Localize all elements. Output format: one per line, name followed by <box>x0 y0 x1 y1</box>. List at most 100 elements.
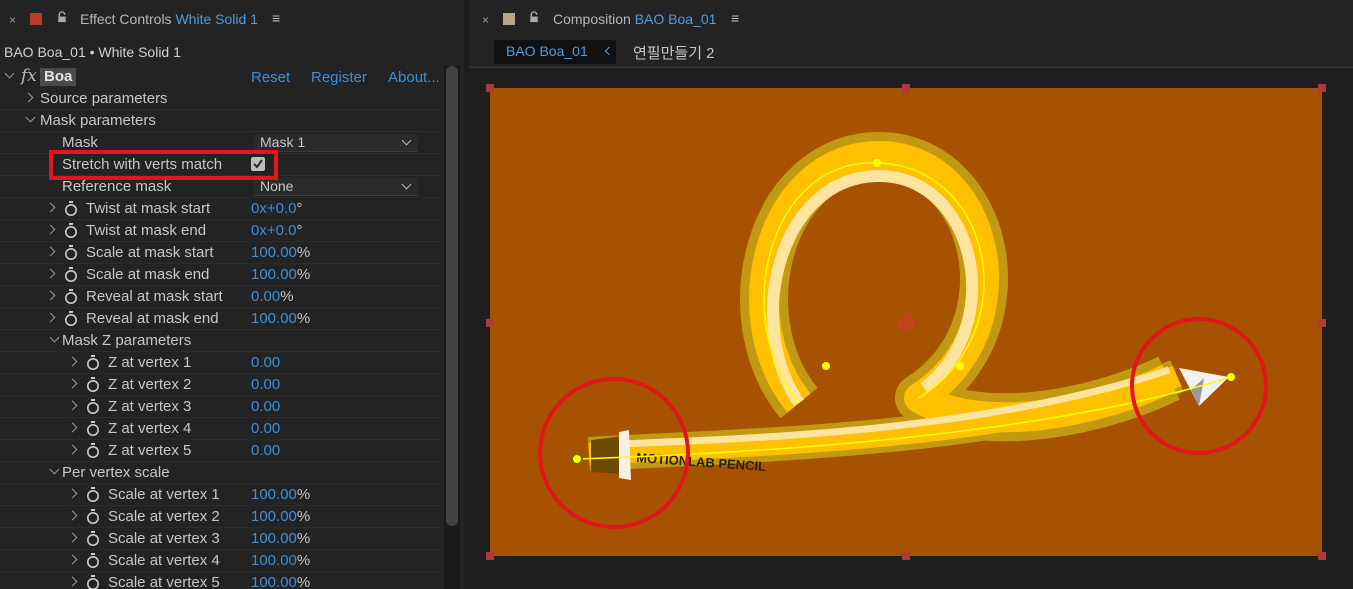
param-label: Scale at vertex 5 <box>108 574 220 589</box>
close-tab-icon[interactable]: × <box>482 13 489 27</box>
lock-icon[interactable] <box>57 11 67 23</box>
expand-twisty-icon[interactable] <box>67 554 78 565</box>
scrollbar-thumb[interactable] <box>446 66 458 526</box>
param-label: Scale at mask start <box>86 244 214 261</box>
effect-header-row[interactable]: fx Boa Reset Register About... <box>0 66 441 88</box>
scale-vertex-value[interactable]: 100.00% <box>251 508 310 525</box>
reveal-end-value[interactable]: 100.00% <box>251 310 310 327</box>
about-link[interactable]: About... <box>388 69 440 86</box>
scale-start-value[interactable]: 100.00% <box>251 244 310 261</box>
reveal-start-value[interactable]: 0.00% <box>251 288 294 305</box>
twist-start-value[interactable]: 0x+0.0° <box>251 200 302 217</box>
stopwatch-icon[interactable] <box>64 311 78 326</box>
stopwatch-icon[interactable] <box>86 531 100 546</box>
param-label: Scale at mask end <box>86 266 210 283</box>
z-vertex-value[interactable]: 0.00 <box>251 398 280 415</box>
stopwatch-icon[interactable] <box>86 421 100 436</box>
group-label: Source parameters <box>40 90 168 107</box>
stopwatch-icon[interactable] <box>86 443 100 458</box>
scale-vertex-value[interactable]: 100.00% <box>251 486 310 503</box>
mask-dropdown[interactable]: Mask 1 <box>254 134 418 152</box>
stopwatch-icon[interactable] <box>64 245 78 260</box>
expand-twisty-icon[interactable] <box>67 576 78 587</box>
group-per-vertex-scale[interactable]: Per vertex scale <box>0 462 441 484</box>
stopwatch-icon[interactable] <box>64 289 78 304</box>
collapse-twisty-icon[interactable] <box>4 68 15 79</box>
lock-icon[interactable] <box>529 11 539 23</box>
register-link[interactable]: Register <box>311 69 367 86</box>
expand-twisty-icon[interactable] <box>45 202 56 213</box>
expand-twisty-icon[interactable] <box>45 246 56 257</box>
scale-vertex-value[interactable]: 100.00% <box>251 552 310 569</box>
tab-layer-name: White Solid 1 <box>175 11 258 27</box>
breadcrumb-next-comp[interactable]: 연필만들기 2 <box>633 42 715 63</box>
expand-twisty-icon[interactable] <box>23 92 34 103</box>
expand-twisty-icon[interactable] <box>45 224 56 235</box>
group-label: Per vertex scale <box>62 464 170 481</box>
scale-vertex-value[interactable]: 100.00% <box>251 530 310 547</box>
mask-vertex[interactable] <box>1227 373 1235 381</box>
scale-end-value[interactable]: 100.00% <box>251 266 310 283</box>
reference-mask-dropdown[interactable]: None <box>254 178 418 196</box>
mask-vertex-first[interactable] <box>571 453 583 465</box>
composition-panel: × Composition BAO Boa_01 ≡ BAO Boa_01 연필… <box>469 0 1353 589</box>
close-tab-icon[interactable]: × <box>9 13 16 27</box>
expand-twisty-icon[interactable] <box>67 444 78 455</box>
panel-menu-icon[interactable]: ≡ <box>272 10 280 26</box>
expand-twisty-icon[interactable] <box>67 356 78 367</box>
expand-twisty-icon[interactable] <box>67 532 78 543</box>
expand-twisty-icon[interactable] <box>45 290 56 301</box>
expand-twisty-icon[interactable] <box>67 378 78 389</box>
mask-vertex[interactable] <box>822 362 830 370</box>
mask-label: Mask <box>62 134 98 151</box>
expand-twisty-icon[interactable] <box>67 488 78 499</box>
twist-end-value[interactable]: 0x+0.0° <box>251 222 302 239</box>
effect-controls-tab-title[interactable]: Effect Controls White Solid 1 <box>80 11 258 27</box>
expand-twisty-icon[interactable] <box>67 422 78 433</box>
breadcrumb-active-comp[interactable]: BAO Boa_01 <box>494 40 616 64</box>
mask-vertex[interactable] <box>956 362 964 370</box>
z-vertex-value[interactable]: 0.00 <box>251 376 280 393</box>
effect-controls-scrollbar[interactable] <box>444 66 460 589</box>
group-mask-parameters[interactable]: Mask parameters <box>0 110 441 132</box>
stopwatch-icon[interactable] <box>64 267 78 282</box>
z-vertex-value[interactable]: 0.00 <box>251 354 280 371</box>
expand-twisty-icon[interactable] <box>67 400 78 411</box>
stopwatch-icon[interactable] <box>86 399 100 414</box>
expand-twisty-icon[interactable] <box>45 312 56 323</box>
group-source-parameters[interactable]: Source parameters <box>0 88 441 110</box>
collapse-twisty-icon[interactable] <box>49 464 60 475</box>
stopwatch-icon[interactable] <box>64 223 78 238</box>
composition-tab: × Composition BAO Boa_01 ≡ <box>469 0 1353 40</box>
effect-controls-panel: × Effect Controls White Solid 1 ≡ BAO Bo… <box>0 0 464 589</box>
param-label: Z at vertex 2 <box>108 376 192 393</box>
annotation-highlight-box <box>49 150 278 180</box>
composition-viewer[interactable]: MOTIONLAB PENCIL <box>469 68 1353 589</box>
stopwatch-icon[interactable] <box>86 355 100 370</box>
expand-twisty-icon[interactable] <box>67 510 78 521</box>
label-color-swatch[interactable] <box>30 13 42 25</box>
breadcrumb-label: BAO Boa_01 <box>506 43 588 59</box>
stopwatch-icon[interactable] <box>86 509 100 524</box>
scale-vertex-value[interactable]: 100.00% <box>251 574 310 589</box>
reset-link[interactable]: Reset <box>251 69 290 86</box>
stopwatch-icon[interactable] <box>86 575 100 589</box>
collapse-twisty-icon[interactable] <box>49 332 60 343</box>
mask-vertex[interactable] <box>873 159 881 167</box>
group-mask-z-parameters[interactable]: Mask Z parameters <box>0 330 441 352</box>
stopwatch-icon[interactable] <box>86 377 100 392</box>
label-color-swatch[interactable] <box>503 13 515 25</box>
stopwatch-icon[interactable] <box>86 487 100 502</box>
expand-twisty-icon[interactable] <box>45 268 56 279</box>
fx-icon[interactable]: fx <box>21 66 37 86</box>
collapse-twisty-icon[interactable] <box>25 112 36 123</box>
z-vertex-value[interactable]: 0.00 <box>251 442 280 459</box>
z-vertex-row: Z at vertex 5 0.00 <box>0 440 441 462</box>
z-vertex-value[interactable]: 0.00 <box>251 420 280 437</box>
composition-tab-title[interactable]: Composition BAO Boa_01 <box>553 11 716 27</box>
panel-menu-icon[interactable]: ≡ <box>731 10 739 26</box>
stopwatch-icon[interactable] <box>64 201 78 216</box>
reference-mask-value: None <box>260 178 294 194</box>
group-label: Mask parameters <box>40 112 156 129</box>
stopwatch-icon[interactable] <box>86 553 100 568</box>
